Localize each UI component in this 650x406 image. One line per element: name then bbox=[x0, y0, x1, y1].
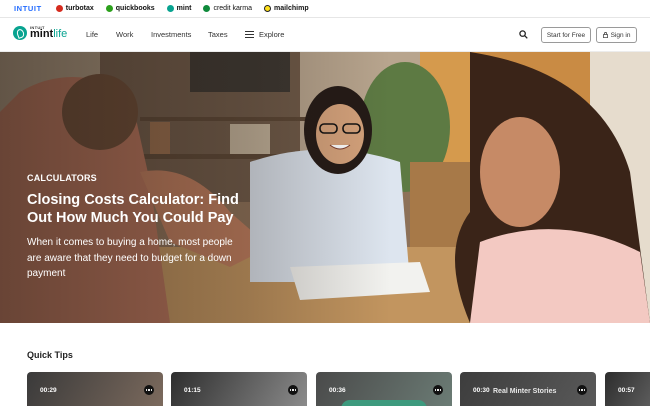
brand-link-mailchimp[interactable]: mailchimp bbox=[263, 5, 309, 12]
hero-title[interactable]: Closing Costs Calculator: Find Out How M… bbox=[27, 191, 247, 227]
brand-label: turbotax bbox=[65, 5, 94, 12]
hero-category-label[interactable]: CALCULATORS bbox=[27, 173, 97, 183]
quickbooks-logo-icon bbox=[105, 5, 113, 12]
video-duration: 01:15 bbox=[184, 387, 201, 394]
nav-link-work[interactable]: Work bbox=[116, 30, 133, 39]
logo-name-mint: mint bbox=[30, 28, 54, 40]
hero-description: When it comes to buying a home, most peo… bbox=[27, 237, 233, 279]
brand-link-mint[interactable]: mint bbox=[166, 5, 192, 12]
mintlife-logo[interactable]: INTUIT mintlife bbox=[13, 26, 67, 40]
video-duration: 00:36 bbox=[329, 387, 346, 394]
quick-tips-heading: Quick Tips bbox=[27, 350, 73, 360]
video-card[interactable]: 00:57 bbox=[605, 372, 650, 406]
more-options-icon[interactable] bbox=[433, 385, 443, 395]
sign-in-label: Sign in bbox=[610, 31, 631, 39]
more-options-icon[interactable] bbox=[144, 385, 154, 395]
nav-link-investments[interactable]: Investments bbox=[151, 30, 191, 39]
video-card[interactable]: 00:29 bbox=[27, 372, 163, 406]
video-duration: 00:29 bbox=[40, 387, 57, 394]
nav-link-life[interactable]: Life bbox=[86, 30, 98, 39]
logo-name-life: life bbox=[53, 28, 68, 40]
video-card[interactable]: 00:36 bbox=[316, 372, 452, 406]
video-duration: 00:57 bbox=[618, 387, 635, 394]
lock-icon bbox=[602, 32, 608, 38]
mint-leaf-icon bbox=[13, 26, 27, 40]
hero-banner[interactable]: CALCULATORS Closing Costs Calculator: Fi… bbox=[0, 52, 650, 323]
brand-link-turbotax[interactable]: turbotax bbox=[55, 5, 94, 12]
menu-icon[interactable] bbox=[245, 31, 254, 38]
main-navigation: INTUIT mintlife Life Work Investments Ta… bbox=[0, 18, 650, 52]
mint-logo-icon bbox=[166, 5, 174, 12]
hero-overlay bbox=[0, 52, 650, 323]
video-card[interactable]: 01:15 bbox=[171, 372, 307, 406]
nav-link-taxes[interactable]: Taxes bbox=[208, 30, 228, 39]
creditkarma-logo-icon bbox=[203, 5, 211, 12]
card-thumbnail-element bbox=[341, 400, 427, 406]
brand-label: quickbooks bbox=[115, 5, 155, 12]
video-card[interactable]: 00:30 Real Minter Stories bbox=[460, 372, 596, 406]
sign-in-button[interactable]: Sign in bbox=[596, 27, 637, 43]
video-title: Real Minter Stories bbox=[493, 388, 557, 395]
brand-label: mailchimp bbox=[273, 5, 309, 12]
intuit-brand-bar: INTUIT turbotax quickbooks mint credit k… bbox=[0, 0, 650, 18]
brand-link-creditkarma[interactable]: credit karma bbox=[203, 5, 252, 12]
brand-label: mint bbox=[176, 5, 192, 12]
turbotax-logo-icon bbox=[55, 5, 63, 12]
search-icon[interactable] bbox=[519, 30, 528, 39]
logo-name-text: mintlife bbox=[30, 29, 67, 40]
brand-label: credit karma bbox=[213, 5, 252, 12]
brand-link-intuit[interactable]: INTUIT bbox=[14, 4, 42, 13]
brand-link-quickbooks[interactable]: quickbooks bbox=[105, 5, 155, 12]
explore-menu-button[interactable]: Explore bbox=[259, 30, 284, 39]
mailchimp-logo-icon bbox=[263, 5, 271, 12]
more-options-icon[interactable] bbox=[288, 385, 298, 395]
video-duration: 00:30 bbox=[473, 387, 490, 394]
more-options-icon[interactable] bbox=[577, 385, 587, 395]
start-for-free-button[interactable]: Start for Free bbox=[541, 27, 591, 43]
